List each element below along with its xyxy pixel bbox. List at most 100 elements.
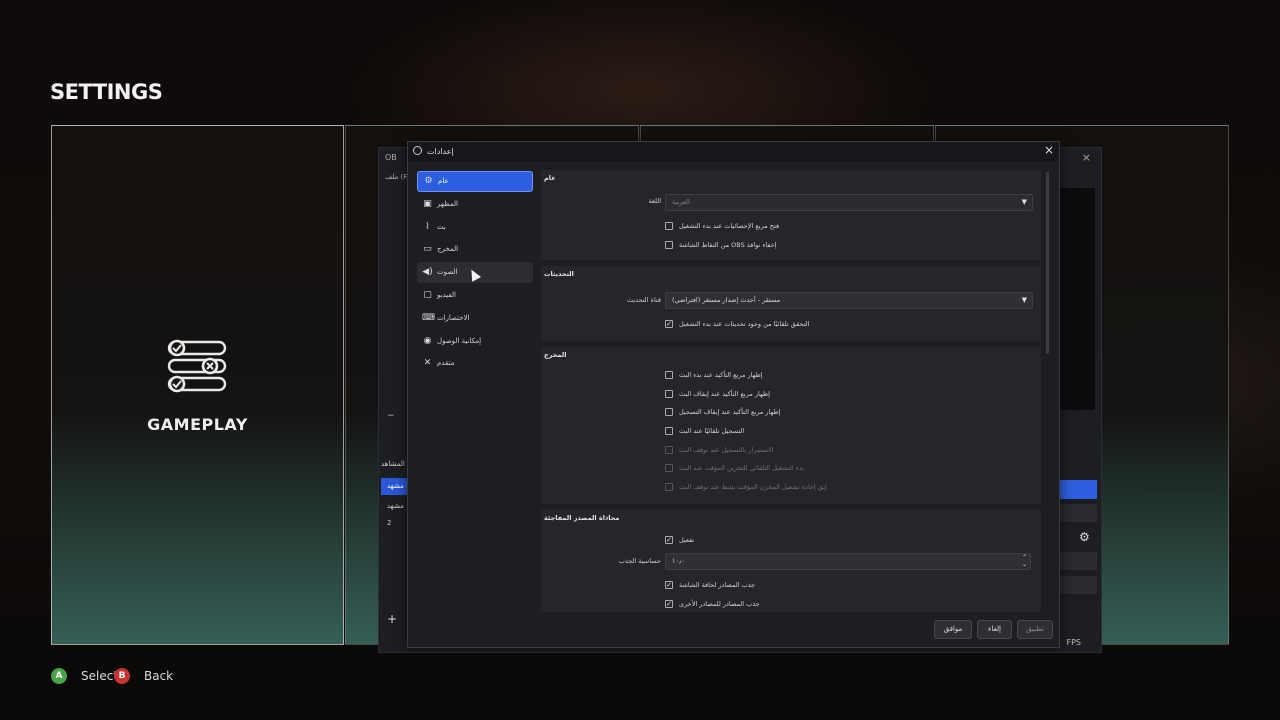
stats-on-startup-checkbox[interactable]: فتح مربع الإحصائيات عند بدء التشغيل xyxy=(665,222,779,230)
obs-scene-item[interactable]: مشهد 2 xyxy=(381,498,408,527)
checkbox-checked-icon: ✓ xyxy=(665,536,673,544)
checkbox-label: فتح مربع الإحصائيات عند بدء التشغيل xyxy=(679,222,780,230)
group-title: محاذاة المصدر المفاجئة xyxy=(544,514,620,522)
nav-item-advanced[interactable]: ✕ متقدم xyxy=(417,353,533,374)
hide-obs-windows-checkbox[interactable]: من التقاط الشاشة OBS إخفاء نوافذ xyxy=(665,241,777,249)
update-channel-select[interactable]: مستقر - أحدث إصدار مستقر (افتراضي) ▼ xyxy=(665,292,1033,309)
obs-main-title: OB xyxy=(385,153,397,162)
checkbox-label: إظهار مربع التأكيد عند إيقاف البث xyxy=(679,390,770,398)
obs-logo-icon xyxy=(413,146,422,155)
output-icon: ▭ xyxy=(423,244,432,255)
apply-button[interactable]: تطبيق xyxy=(1017,620,1053,639)
checkbox-label: تفعيل xyxy=(679,536,695,544)
checkbox-label: التحقق تلقائيًا من وجود تحديثات عند بدء … xyxy=(679,320,810,328)
nav-item-label: بث xyxy=(437,222,446,231)
confirm-start-stream-checkbox[interactable]: إظهار مربع التأكيد عند بدء البث xyxy=(665,371,763,379)
sensitivity-label: حساسية الجذب xyxy=(618,557,661,565)
obs-scene-item[interactable]: مشهد xyxy=(381,478,408,495)
snap-to-sources-checkbox[interactable]: ✓ جذب المصادر للمصادر الأخرى xyxy=(665,600,760,608)
checkbox-icon xyxy=(665,483,673,491)
fps-readout: FPS xyxy=(1066,638,1081,647)
speaker-icon: ◀) xyxy=(422,267,433,278)
cancel-button[interactable]: إلغاء xyxy=(977,620,1012,639)
nav-item-label: الاختصارات xyxy=(437,313,470,322)
general-group: عام اللغة العربية ▼ فتح مربع الإحصائيات … xyxy=(541,170,1041,260)
nav-item-label: المظهر xyxy=(437,199,458,208)
chevron-down-icon: ▼ xyxy=(1021,198,1027,206)
nav-item-label: عام xyxy=(438,177,449,185)
select-hint: A Select xyxy=(51,668,118,684)
nav-item-label: الصوت xyxy=(437,268,458,277)
nav-item-output[interactable]: ▭ المخرج xyxy=(417,239,533,260)
gear-icon[interactable]: ⚙ xyxy=(1079,530,1090,544)
checkbox-checked-icon: ✓ xyxy=(665,600,673,608)
appearance-icon: ▣ xyxy=(423,198,432,209)
sensitivity-spinbox[interactable]: ١٠٫٠ ⌃ ⌄ xyxy=(665,553,1031,570)
output-group: المخرج إظهار مربع التأكيد عند بدء البث إ… xyxy=(541,347,1041,504)
updates-group: التحديثات قناة التحديث مستقر - أحدث إصدا… xyxy=(541,266,1041,341)
spin-arrows-icon[interactable]: ⌃ ⌄ xyxy=(1022,554,1027,568)
b-button-icon: B xyxy=(114,668,130,684)
accessibility-icon: ◉ xyxy=(423,335,432,346)
checkbox-label: إبق إعادة تشغيل المخزن المؤقت نشط عند تو… xyxy=(679,483,827,491)
back-hint-label: Back xyxy=(144,669,174,683)
checkbox-icon xyxy=(665,464,673,472)
monitor-icon: ▢ xyxy=(423,289,432,300)
confirm-stop-stream-checkbox[interactable]: إظهار مربع التأكيد عند إيقاف البث xyxy=(665,390,770,398)
checkbox-label: بدء التشغيل التلقائي للتخزين المؤقت عند … xyxy=(679,464,805,472)
keep-replay-buffer-checkbox[interactable]: إبق إعادة تشغيل المخزن المؤقت نشط عند تو… xyxy=(665,483,827,491)
obs-preview xyxy=(1059,188,1095,410)
add-scene-icon[interactable]: + xyxy=(387,612,397,626)
checkbox-icon xyxy=(665,446,673,454)
auto-replay-buffer-checkbox[interactable]: بدء التشغيل التلقائي للتخزين المؤقت عند … xyxy=(665,464,804,472)
chevron-down-icon: ▼ xyxy=(1021,296,1027,304)
a-button-icon: A xyxy=(51,668,67,684)
checkbox-icon xyxy=(665,241,673,249)
settings-dialog: إعدادات × ⚙ عام ▣ المظهر ⌇ بث ▭ المخرج ◀… xyxy=(407,141,1060,648)
checkbox-label: الاستمرار بالتسجيل عند توقف البث xyxy=(679,446,774,454)
enable-snapping-checkbox[interactable]: ✓ تفعيل xyxy=(665,536,694,544)
close-icon[interactable]: × xyxy=(1044,143,1054,157)
sensitivity-value: ١٠٫٠ xyxy=(672,557,685,565)
checkbox-checked-icon: ✓ xyxy=(665,320,673,328)
update-channel-label: قناة التحديث xyxy=(626,296,661,304)
nav-item-stream[interactable]: ⌇ بث xyxy=(417,217,533,238)
checkbox-label: إظهار مربع التأكيد عند إيقاف التسجيل xyxy=(679,408,781,416)
auto-record-checkbox[interactable]: التسجيل تلقائيًا عند البث xyxy=(665,427,744,435)
obs-main-close-icon[interactable]: × xyxy=(1082,151,1091,164)
checkbox-icon xyxy=(665,390,673,398)
page-title: SETTINGS xyxy=(50,80,163,104)
nav-item-hotkeys[interactable]: ⌨ الاختصارات xyxy=(417,308,533,329)
obs-scenes-header: المشاهد xyxy=(381,460,405,468)
checkbox-icon xyxy=(665,427,673,435)
nav-item-label: المخرج xyxy=(437,245,459,254)
checkbox-label: جذب المصادر لحافة الشاشة xyxy=(679,581,756,589)
language-value: العربية xyxy=(672,198,690,206)
content-scrollbar[interactable] xyxy=(1046,172,1049,354)
confirm-stop-record-checkbox[interactable]: إظهار مربع التأكيد عند إيقاف التسجيل xyxy=(665,408,780,416)
group-title: عام xyxy=(544,174,556,182)
gear-icon: ⚙ xyxy=(424,176,433,186)
keyboard-icon: ⌨ xyxy=(422,312,435,323)
antenna-icon: ⌇ xyxy=(425,221,430,232)
checkbox-checked-icon: ✓ xyxy=(665,581,673,589)
nav-item-appearance[interactable]: ▣ المظهر xyxy=(417,194,533,215)
nav-item-general[interactable]: ⚙ عام xyxy=(417,171,533,192)
ok-button[interactable]: موافق xyxy=(934,620,972,639)
update-channel-value: مستقر - أحدث إصدار مستقر (افتراضي) xyxy=(672,296,781,304)
snap-to-edge-checkbox[interactable]: ✓ جذب المصادر لحافة الشاشة xyxy=(665,581,755,589)
checkbox-label: جذب المصادر للمصادر الأخرى xyxy=(679,600,760,608)
nav-item-accessibility[interactable]: ◉ إمكانية الوصول xyxy=(417,331,533,352)
dialog-titlebar: إعدادات × xyxy=(408,142,1059,161)
checkbox-label: التسجيل تلقائيًا عند البث xyxy=(679,427,745,435)
keep-recording-checkbox[interactable]: الاستمرار بالتسجيل عند توقف البث xyxy=(665,446,773,454)
snapping-group: محاذاة المصدر المفاجئة ✓ تفعيل حساسية ال… xyxy=(541,510,1041,612)
auto-update-checkbox[interactable]: ✓ التحقق تلقائيًا من وجود تحديثات عند بد… xyxy=(665,320,809,328)
checkbox-icon xyxy=(665,371,673,379)
checkbox-label: من التقاط الشاشة OBS إخفاء نوافذ xyxy=(679,241,777,249)
language-select[interactable]: العربية ▼ xyxy=(665,194,1033,211)
obs-minus-icon[interactable]: − xyxy=(387,411,395,421)
checkbox-icon xyxy=(665,222,673,230)
nav-item-label: الفيديو xyxy=(437,290,456,299)
nav-item-video[interactable]: ▢ الفيديو xyxy=(417,285,533,306)
